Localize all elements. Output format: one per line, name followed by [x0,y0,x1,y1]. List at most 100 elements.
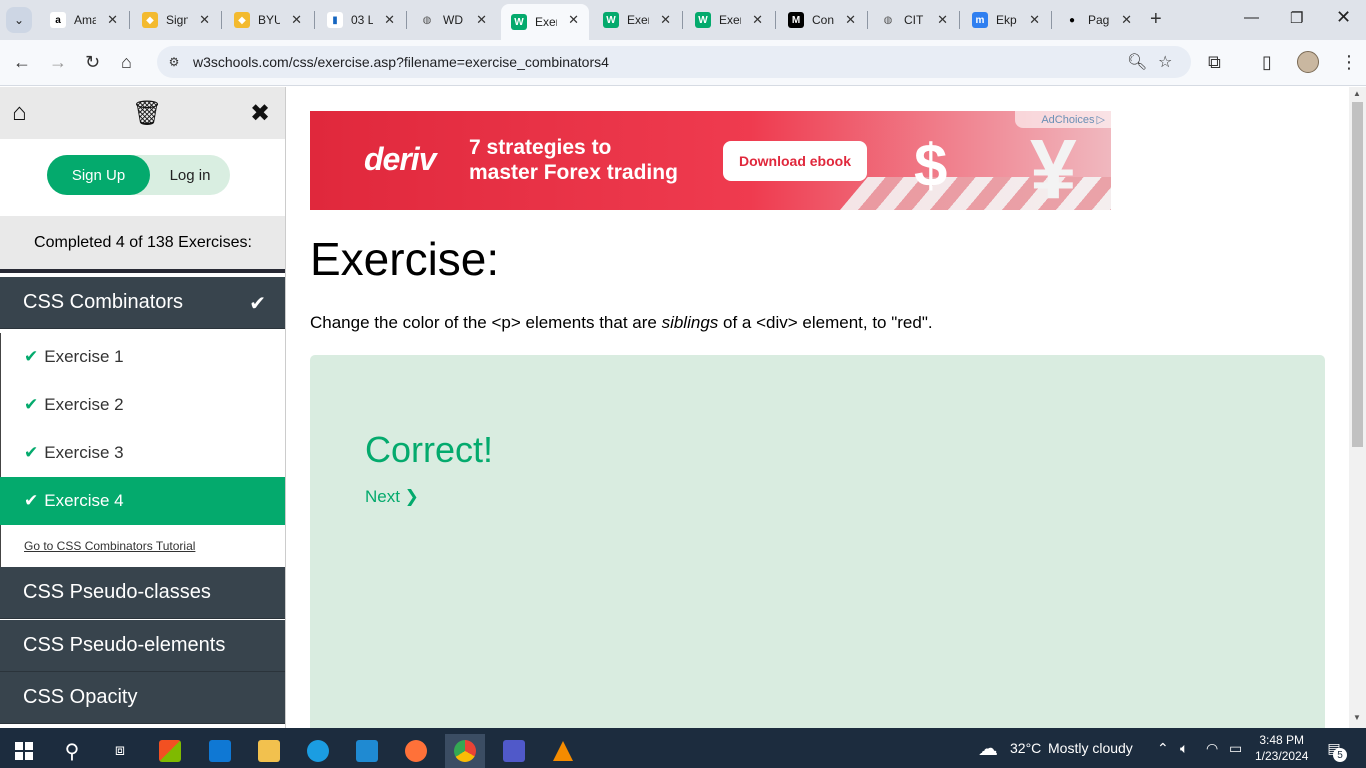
tab-close-icon[interactable]: ✕ [1121,12,1132,28]
tab-close-icon[interactable]: ✕ [845,12,856,28]
exercise-item-2[interactable]: ✔ Exercise 2 [0,381,285,429]
reload-icon[interactable]: ↻ [85,52,100,73]
profile-avatar[interactable] [1297,51,1319,73]
tab-title: WD [443,13,463,27]
desc-emphasis: siblings [661,313,719,332]
tab-close-icon[interactable]: ✕ [291,12,302,28]
tab-close-icon[interactable]: ✕ [752,12,763,28]
w3schools-icon: W [695,12,711,28]
section-css-opacity[interactable]: CSS Opacity [0,672,285,724]
browser-tab[interactable]: ◆ Sign ✕ [132,4,220,36]
progress-text: Completed 4 of 138 Exercises: [0,216,285,273]
wifi-icon[interactable]: ◠ [1206,740,1218,757]
tab-title: Con [812,13,834,27]
adchoices-label: AdChoices [1041,113,1095,126]
address-bar[interactable]: ⚙ w3schools.com/css/exercise.asp?filenam… [157,46,1191,78]
vlc-icon[interactable] [543,734,583,768]
tab-close-icon[interactable]: ✕ [107,12,118,28]
adchoices-icon: ▷ [1096,114,1105,126]
windows-start-icon[interactable] [4,734,44,768]
teams-icon[interactable] [494,734,534,768]
weather-desc[interactable]: Mostly cloudy [1048,740,1133,756]
browser-tab[interactable]: W Exer ✕ [593,4,681,36]
back-icon[interactable]: ← [13,52,31,73]
url-text[interactable]: w3schools.com/css/exercise.asp?filename=… [193,54,609,70]
w3schools-icon: W [603,12,619,28]
task-view-icon[interactable]: ⧈ [100,734,140,768]
browser-tab[interactable]: m Ekp ✕ [962,4,1050,36]
tab-title: BYU [258,13,280,27]
side-panel-icon[interactable]: ▯ [1262,52,1272,73]
trash-icon[interactable]: 🗑︎ [132,99,162,128]
adchoices-link[interactable]: AdChoices ▷ [1015,111,1111,128]
advertisement-banner[interactable]: deriv 7 strategies to master Forex tradi… [310,111,1111,210]
bookmark-star-icon[interactable]: ☆ [1158,52,1172,72]
exercise-item-3[interactable]: ✔ Exercise 3 [0,429,285,477]
browser-tab[interactable]: W Exer ✕ [501,4,589,40]
tab-close-icon[interactable]: ✕ [568,12,579,28]
battery-icon[interactable]: ▭ [1229,740,1242,757]
home-icon[interactable]: ⌂ [121,52,132,73]
weather-temp[interactable]: 32°C [1010,740,1041,756]
browser-toolbar: ← → ↻ ⌂ ⚙ w3schools.com/css/exercise.asp… [0,40,1366,86]
browser-tab[interactable]: ▮ 03 L ✕ [317,4,405,36]
tab-separator [1051,11,1052,29]
section-css-pseudo-classes[interactable]: CSS Pseudo-classes [0,567,285,619]
tab-close-icon[interactable]: ✕ [937,12,948,28]
tab-separator [129,11,130,29]
browser-tab[interactable]: W Exer ✕ [685,4,773,36]
log-in-button[interactable]: Log in [150,155,230,195]
edge-icon[interactable] [298,734,338,768]
tutorial-link[interactable]: Go to CSS Combinators Tutorial [0,525,285,567]
exercise-item-1[interactable]: ✔ Exercise 1 [0,333,285,381]
system-clock[interactable]: 3:48 PM 1/23/2024 [1255,732,1308,764]
zoom-icon[interactable]: 🔍︎ [1127,52,1147,72]
tab-close-icon[interactable]: ✕ [1029,12,1040,28]
scroll-up-icon[interactable]: ▲ [1353,89,1361,98]
tab-search-dropdown-icon[interactable]: ⌄ [6,7,32,33]
checkmark-icon: ✔ [249,293,266,315]
tab-close-icon[interactable]: ✕ [476,12,487,28]
browser-tab-strip: ⌄ a Ama ✕ ◆ Sign ✕ ◆ BYU ✕ ▮ 03 L ✕ ◍ WD ✕ W Exer ✕ W Exer ✕… [0,0,1366,40]
exercise-item-4[interactable]: ✔ Exercise 4 [0,477,285,525]
exercise-label: Exercise 1 [44,347,124,366]
scroll-down-icon[interactable]: ▼ [1353,713,1361,722]
menu-kebab-icon[interactable]: ⋮ [1340,52,1358,73]
browser-tab[interactable]: ● Pag ✕ [1054,4,1142,36]
browser-tab[interactable]: M Con ✕ [778,4,866,36]
sign-up-button[interactable]: Sign Up [47,155,150,195]
mail-icon[interactable] [200,734,240,768]
tab-close-icon[interactable]: ✕ [199,12,210,28]
tray-chevron-icon[interactable]: ⌃ [1157,740,1169,757]
vscode-icon[interactable] [347,734,387,768]
next-link[interactable]: Next ❯ [365,487,419,507]
browser-tab[interactable]: ◍ CIT ✕ [870,4,958,36]
browser-tab[interactable]: ◆ BYU ✕ [224,4,312,36]
volume-icon[interactable]: 🔈︎ [1180,740,1188,757]
site-info-icon[interactable]: ⚙ [165,53,183,71]
window-close-icon[interactable]: ✕ [1336,7,1351,28]
close-icon[interactable]: ✖ [250,99,270,128]
page-scrollbar[interactable]: ▲ ▼ [1349,87,1366,728]
tab-close-icon[interactable]: ✕ [660,12,671,28]
firefox-icon[interactable] [396,734,436,768]
browser-tab[interactable]: a Ama ✕ [40,4,128,36]
file-explorer-icon[interactable] [249,734,289,768]
extensions-icon[interactable]: ⧉ [1208,52,1221,73]
forward-icon[interactable]: → [49,52,67,73]
minimize-icon[interactable]: — [1244,9,1259,26]
microsoft-store-icon[interactable] [150,734,190,768]
ad-download-button[interactable]: Download ebook [723,141,867,181]
restore-icon[interactable]: ❐ [1290,9,1303,27]
tab-close-icon[interactable]: ✕ [384,12,395,28]
search-icon[interactable]: ⚲ [52,734,92,768]
scroll-thumb[interactable] [1352,102,1363,447]
section-css-combinators[interactable]: CSS Combinators ✔ [0,277,285,329]
browser-tab[interactable]: ◍ WD ✕ [409,4,497,36]
section-css-pseudo-elements[interactable]: CSS Pseudo-elements [0,620,285,672]
weather-cloud-icon[interactable]: ☁ [978,736,998,761]
home-icon[interactable]: ⌂ [12,99,27,127]
tab-separator [959,11,960,29]
new-tab-icon[interactable]: + [1150,8,1162,31]
chrome-icon[interactable] [445,734,485,768]
